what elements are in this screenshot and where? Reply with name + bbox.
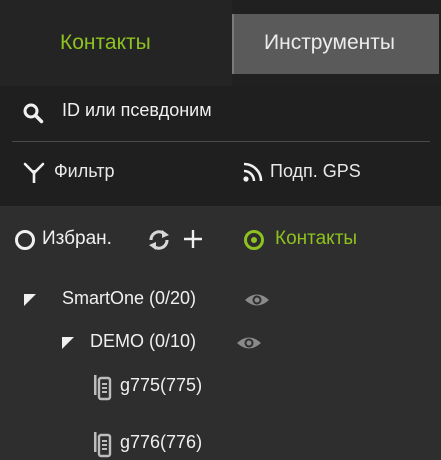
contacts-tree: SmartOne (0/20) DEMO (0/10) g775(775) g7… xyxy=(0,276,441,458)
tab-contacts-label: Контакты xyxy=(60,31,151,54)
tree-group-smartone[interactable]: SmartOne (0/20) xyxy=(24,288,284,316)
eye-icon[interactable] xyxy=(236,334,262,352)
tab-tools[interactable]: Инструменты xyxy=(232,14,439,74)
contacts-panel: Контакты Инструменты ID или псевдоним Фи… xyxy=(0,0,441,458)
eye-icon[interactable] xyxy=(244,291,270,309)
rss-feed-icon xyxy=(243,162,263,182)
search-icon xyxy=(23,103,44,124)
contacts-radio[interactable] xyxy=(244,230,264,250)
device-label: g776(776) xyxy=(120,432,203,452)
filter-label: Фильтр xyxy=(54,161,115,181)
tree-subgroup-label: DEMO (0/10) xyxy=(90,331,197,351)
contact-options: Избран. Контакты xyxy=(0,206,441,276)
toolbar-divider xyxy=(12,141,430,142)
expanded-caret-icon[interactable] xyxy=(24,294,36,306)
gps-subscription-button[interactable]: Подп. GPS xyxy=(242,159,432,187)
plus-icon[interactable] xyxy=(180,226,206,252)
toolbar: ID или псевдоним Фильтр Подп. GPS xyxy=(0,86,441,206)
filter-button[interactable]: Фильтр xyxy=(22,159,182,187)
antenna-filter-icon xyxy=(23,162,45,183)
search-input[interactable]: ID или псевдоним xyxy=(0,86,441,140)
gps-label: Подп. GPS xyxy=(270,161,361,181)
favorites-label[interactable]: Избран. xyxy=(42,228,112,250)
tab-bar: Контакты Инструменты xyxy=(0,0,441,86)
walkie-talkie-icon xyxy=(94,375,112,401)
tree-group-label: SmartOne (0/20) xyxy=(62,288,197,308)
device-label: g775(775) xyxy=(120,375,203,395)
contacts-option-label[interactable]: Контакты xyxy=(275,228,357,250)
favorites-radio[interactable] xyxy=(15,230,35,250)
expanded-caret-icon[interactable] xyxy=(62,337,74,349)
tree-device-g775[interactable]: g775(775) xyxy=(92,375,272,403)
tab-contacts[interactable]: Контакты xyxy=(0,0,232,86)
tree-device-g776[interactable]: g776(776) xyxy=(92,432,272,460)
tab-tools-label: Инструменты xyxy=(264,31,395,54)
search-placeholder: ID или псевдоним xyxy=(62,100,212,120)
refresh-icon[interactable] xyxy=(147,228,171,252)
walkie-talkie-icon xyxy=(94,432,112,458)
tree-subgroup-demo[interactable]: DEMO (0/10) xyxy=(62,331,282,359)
